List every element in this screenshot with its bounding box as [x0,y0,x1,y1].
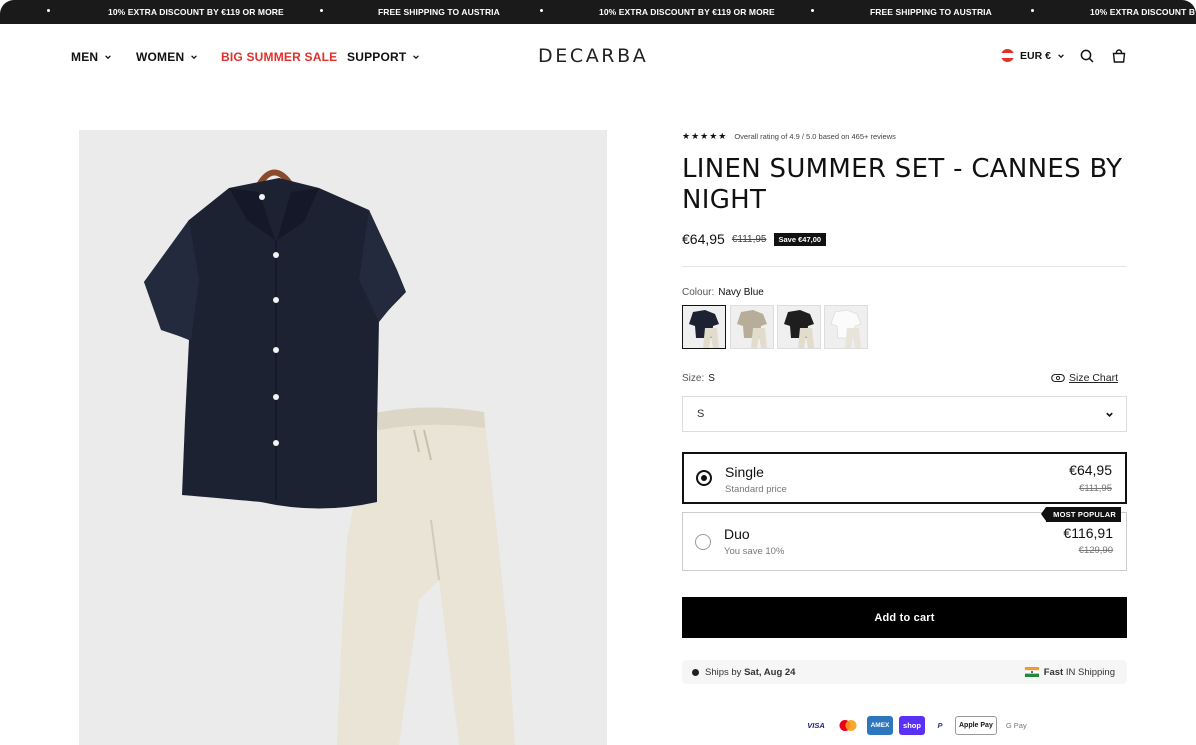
bundle-subtitle: Standard price [725,484,787,495]
page: 10% EXTRA DISCOUNT BY €119 OR MORE FREE … [0,0,1196,745]
nav-label: SUPPORT [347,50,407,64]
size-select[interactable]: S [682,396,1127,432]
nav-label: BIG SUMMER SALE [221,50,338,64]
linen-set-illustration [144,169,515,745]
announcement-item: 10% EXTRA DISCOUNT B [1090,7,1196,17]
nav-big-summer-sale[interactable]: BIG SUMMER SALE [221,50,337,64]
chevron-down-icon [1106,412,1113,417]
compare-price: €111,95 [731,233,767,245]
bundle-old-price: €129,90 [1078,545,1113,556]
size-chart-link[interactable]: Size Chart [1051,372,1118,384]
announcement-item: FREE SHIPPING TO AUSTRIA [870,7,992,17]
nav-support[interactable]: SUPPORT [347,50,420,64]
swatch-beige[interactable] [730,305,774,349]
fast-shipping-bold: Fast [1043,666,1064,678]
size-select-value: S [697,408,705,420]
bullet-icon [811,9,814,12]
swatch-thumbnail [825,306,867,348]
swatch-black[interactable] [777,305,821,349]
size-chart-label: Size Chart [1069,372,1119,384]
fast-shipping-text: Fast IN Shipping [1044,667,1115,678]
swatch-thumbnail [778,306,820,348]
swatch-thumbnail [683,306,725,348]
fast-shipping: Fast IN Shipping [1024,667,1115,678]
colour-value: Navy Blue [718,287,764,298]
fast-shipping-rest: IN Shipping [1063,666,1115,678]
announcement-bar: 10% EXTRA DISCOUNT BY €119 OR MORE FREE … [0,0,1196,24]
swatch-thumbnail [731,306,773,348]
announcement-item: 10% EXTRA DISCOUNT BY €119 OR MORE [599,7,775,17]
austria-flag-icon [1001,49,1014,62]
bundle-option-duo[interactable]: MOST POPULAR Duo You save 10% €116,91 €1… [682,507,1127,571]
payment-methods: VISA AMEX shop P Apple Pay G Pay [803,716,1030,735]
ships-prefix: Ships by [705,666,745,678]
save-badge: Save €47,00 [773,232,827,246]
swatch-white[interactable] [824,305,868,349]
swatch-navy-blue[interactable] [682,305,726,349]
radio-selected[interactable] [696,470,712,486]
mastercard-circles [839,720,857,731]
nav-women[interactable]: WOMEN [136,50,198,64]
add-to-cart-button[interactable]: Add to cart [682,597,1127,638]
chevron-down-icon [191,55,198,60]
bullet-icon [540,9,543,12]
rating-stars-icon: ★★★★★ [682,131,728,141]
bundle-price: €116,91 [1063,525,1113,541]
current-price: €64,95 [682,231,725,247]
bundle-old-price: €111,95 [1079,483,1112,494]
radio-unselected[interactable] [695,534,711,550]
status-dot-icon [692,668,699,676]
shop-pay-icon: shop [899,716,925,735]
bundle-subtitle: You save 10% [724,546,785,557]
paypal-icon: P [937,721,943,730]
india-flag-icon [1024,667,1039,677]
size-value: S [708,373,715,384]
ruler-icon [1051,373,1065,383]
search-icon[interactable] [1079,48,1095,64]
mastercard-icon [835,716,861,735]
announcement-item: 10% EXTRA DISCOUNT BY €119 OR MORE [108,7,284,17]
colour-label-text: Colour: [682,287,715,298]
bullet-icon [47,9,50,12]
nav-label: WOMEN [136,50,185,64]
currency-label: EUR € [1020,49,1051,62]
divider [682,266,1127,267]
bullet-icon [320,9,323,12]
ships-by: Ships by Sat, Aug 24 [692,667,795,678]
size-label: Size: S [682,373,715,384]
chevron-down-icon [413,55,420,60]
google-pay-icon: G Pay [1005,721,1027,730]
announcement-item: FREE SHIPPING TO AUSTRIA [378,7,500,17]
ships-by-text: Ships by Sat, Aug 24 [705,667,795,678]
shipping-info: Ships by Sat, Aug 24 Fast IN Shipping [682,660,1127,684]
currency-selector[interactable]: EUR € [1001,49,1065,62]
bundle-price: €64,95 [1069,462,1112,478]
colour-label: Colour: Navy Blue [682,287,764,298]
ships-date: Sat, Aug 24 [744,666,796,678]
bundle-title: Duo [724,526,750,542]
bundle-title: Single [725,464,764,480]
visa-icon: VISA [807,721,825,730]
nav-label: MEN [71,50,99,64]
amex-icon: AMEX [867,716,893,735]
site-logo[interactable]: DECARBA [538,45,648,67]
apple-pay-icon: Apple Pay [955,716,997,735]
bullet-icon [1031,9,1034,12]
product-title: LINEN SUMMER SET - CANNES BY NIGHT [682,154,1123,215]
price-row: €64,95 €111,95 Save €47,00 [682,231,827,247]
most-popular-badge: MOST POPULAR [1041,507,1121,522]
chevron-down-icon [105,55,112,60]
rating-summary: ★★★★★ Overall rating of 4.9 / 5.0 based … [682,131,896,142]
cart-icon[interactable] [1111,48,1127,64]
size-label-text: Size: [682,373,705,384]
bundle-option-single[interactable]: Single Standard price €64,95 €111,95 [682,452,1127,504]
chevron-down-icon [1058,53,1064,58]
rating-text: Overall rating of 4.9 / 5.0 based on 465… [734,132,896,141]
nav-men[interactable]: MEN [71,50,112,64]
product-image[interactable] [79,130,607,745]
